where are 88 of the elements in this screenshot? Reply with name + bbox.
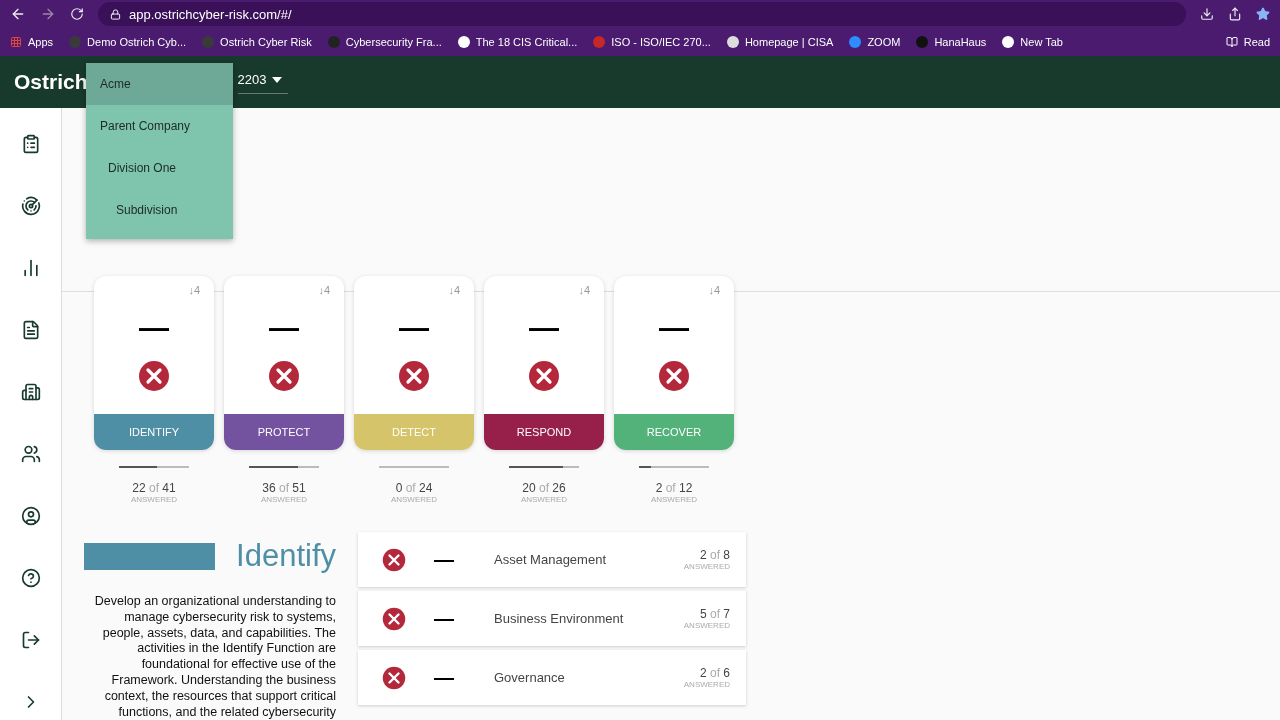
bookmark[interactable]: New Tab [1002, 36, 1063, 48]
download-icon[interactable] [1200, 7, 1214, 21]
star-icon[interactable] [1256, 7, 1270, 21]
score: — [434, 666, 454, 689]
trend-label: ↓4 [448, 284, 460, 296]
menu-item[interactable]: Acme [86, 63, 233, 105]
forward-icon[interactable] [40, 6, 56, 22]
function-label: DETECT [354, 414, 474, 450]
answered-count: 22 of 41 [132, 481, 176, 495]
menu-item[interactable]: Parent Company [86, 105, 233, 147]
logout-icon[interactable] [20, 630, 41, 650]
answered-count: 36 of 51 [262, 481, 306, 495]
error-icon [528, 360, 560, 392]
error-icon [382, 606, 406, 631]
score: — [139, 318, 169, 338]
description: Develop an organizational understanding to manage cybersecurity risk to systems, people, assets, data, and capabilities. The activities in the Identify Function are foundational for effective use of the Framework. Understanding the business context, the resources that support critical functions, and the related cybersecurity [93, 594, 336, 720]
reading-list-icon [1225, 36, 1238, 48]
function-label: PROTECT [224, 414, 344, 450]
account-icon[interactable] [20, 506, 41, 526]
category-row[interactable]: — Asset Management 2 of 8 ANSWERED [358, 532, 746, 587]
trend-label: ↓4 [318, 284, 330, 296]
category-name: Governance [494, 670, 565, 685]
answered-count: 0 of 24 [395, 481, 433, 495]
bookmark[interactable]: ZOOM [849, 36, 901, 48]
bookmark[interactable]: HanaHaus [916, 36, 987, 48]
score: — [269, 318, 299, 338]
score: — [399, 318, 429, 338]
reload-icon[interactable] [70, 7, 84, 21]
answered-count: 5 of 7 [699, 607, 730, 621]
score: — [529, 318, 559, 338]
bookmark[interactable]: Cybersecurity Fra... [327, 36, 442, 48]
function-label: RECOVER [614, 414, 734, 450]
answered-caption: ANSWERED [520, 495, 568, 504]
answered-caption: ANSWERED [683, 621, 730, 630]
menu-item[interactable]: Subdivision [86, 189, 233, 231]
menu-item[interactable]: Division One [86, 147, 233, 189]
grid-icon [10, 36, 22, 48]
bookmark[interactable]: Ostrich Cyber Risk [202, 36, 312, 48]
error-icon [138, 360, 170, 392]
error-icon [658, 360, 690, 392]
section-title: Identify [236, 538, 336, 574]
bookmark[interactable]: Homepage | CISA [726, 36, 834, 48]
function-card[interactable]: ↓4 — RECOVER [614, 276, 734, 450]
bookmark[interactable]: Apps [10, 36, 54, 48]
answered-caption: ANSWERED [650, 495, 698, 504]
address-bar[interactable]: app.ostrichcyber-risk.com/#/ [98, 2, 1186, 26]
share-icon[interactable] [1228, 7, 1242, 21]
category-name: Business Environment [494, 611, 624, 626]
bookmark[interactable]: The 18 CIS Critical... [457, 36, 578, 48]
organization-select[interactable]: 2203 [237, 70, 289, 94]
answered-caption: ANSWERED [683, 680, 730, 689]
score: — [434, 607, 454, 630]
bookmark[interactable]: Read [1225, 36, 1270, 48]
category-name: Asset Management [494, 552, 606, 567]
answered-caption: ANSWERED [683, 562, 730, 571]
answered-count: 2 of 8 [699, 548, 730, 562]
radar-icon[interactable] [20, 196, 41, 216]
error-icon [268, 360, 300, 392]
bookmark[interactable]: Demo Ostrich Cyb... [69, 36, 187, 48]
function-label: RESPOND [484, 414, 604, 450]
trend-label: ↓4 [708, 284, 720, 296]
trend-label: ↓4 [578, 284, 590, 296]
function-card[interactable]: ↓4 — DETECT [354, 276, 474, 450]
answered-caption: ANSWERED [130, 495, 178, 504]
people-icon[interactable] [20, 444, 41, 464]
category-row[interactable]: — Governance 2 of 6 ANSWERED [358, 650, 746, 705]
error-icon [382, 665, 406, 690]
caret-icon [272, 76, 283, 83]
bookmark[interactable]: ISO - ISO/IEC 270... [593, 36, 711, 48]
function-card[interactable]: ↓4 — RESPOND [484, 276, 604, 450]
trend-label: ↓4 [188, 284, 200, 296]
error-icon [398, 360, 430, 392]
score: — [434, 548, 454, 571]
function-card[interactable]: ↓4 — PROTECT [224, 276, 344, 450]
answered-count: 2 of 6 [699, 666, 730, 680]
error-icon [382, 547, 406, 572]
answered-count: 2 of 12 [655, 481, 693, 495]
score: — [659, 318, 689, 338]
answered-count: 20 of 26 [522, 481, 566, 495]
category-row[interactable]: — Business Environment 5 of 7 ANSWERED [358, 591, 746, 646]
lock-icon [110, 8, 121, 20]
back-icon[interactable] [10, 6, 26, 22]
function-label: IDENTIFY [94, 414, 214, 450]
function-card[interactable]: ↓4 — IDENTIFY [94, 276, 214, 450]
building-icon[interactable] [20, 382, 41, 402]
answered-caption: ANSWERED [260, 495, 308, 504]
help-icon[interactable] [20, 568, 41, 588]
answered-caption: ANSWERED [390, 495, 438, 504]
